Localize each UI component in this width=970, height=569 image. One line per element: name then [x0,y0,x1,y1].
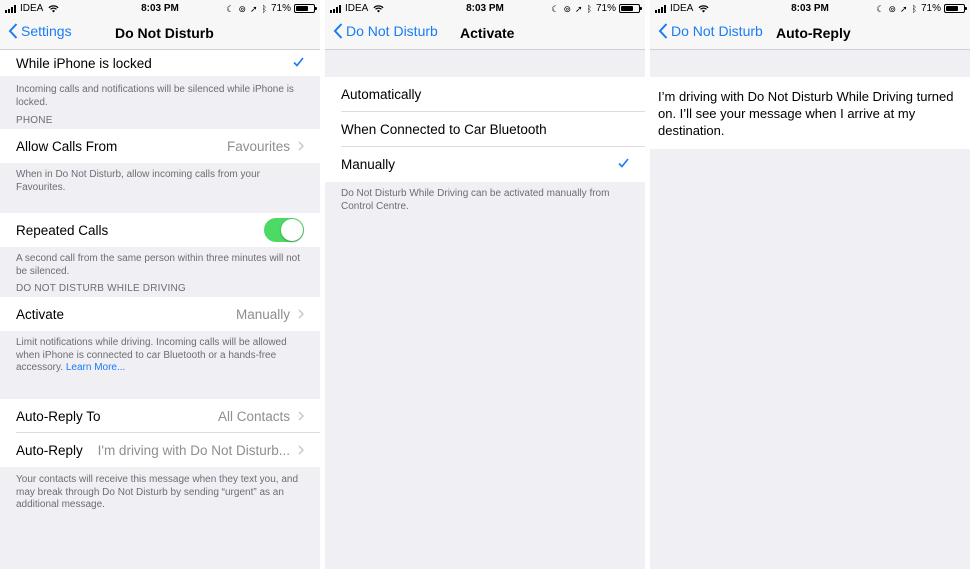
allow-calls-value: Favourites [226,138,290,154]
activate-footnote: Do Not Disturb While Driving can be acti… [341,188,610,212]
locked-footnote: Incoming calls and notifications will be… [16,84,294,108]
repeated-calls-label: Repeated Calls [16,222,109,238]
nav-bar: Do Not Disturb Auto-Reply [650,16,970,50]
allow-calls-label: Allow Calls From [16,138,118,154]
auto-reply-label: Auto-Reply [16,442,83,458]
chevron-right-icon [298,141,304,151]
location-icon: ➚ [575,3,583,14]
activate-screen: IDEA 8:03 PM ☾ ⊚ ➚ ᛒ 71% Do Not Disturb … [325,0,645,569]
chevron-left-icon [333,23,343,39]
activate-footnote: Limit notifications while driving. Incom… [0,331,320,399]
battery-fill [621,6,634,11]
option-label: When Connected to Car Bluetooth [341,122,547,137]
do-not-disturb-screen: IDEA 8:03 PM ☾ ⊚ ➚ ᛒ 71% Settings Do Not… [0,0,320,569]
activate-value: Manually [235,306,290,322]
location-icon: ➚ [900,3,908,14]
chevron-left-icon [8,23,18,39]
rotation-lock-icon: ⊚ [563,3,572,14]
battery-percent: 71% [595,3,616,14]
auto-reply-message-field[interactable]: I’m driving with Do Not Disturb While Dr… [650,77,970,149]
option-label: Automatically [341,87,422,102]
page-title: Auto-Reply [776,25,851,41]
option-manually[interactable]: Manually [325,147,645,182]
auto-reply-screen: IDEA 8:03 PM ☾ ⊚ ➚ ᛒ 71% Do Not Disturb … [650,0,970,569]
chevron-right-icon [298,411,304,421]
option-car-bluetooth[interactable]: When Connected to Car Bluetooth [325,112,645,147]
back-button[interactable]: Do Not Disturb [658,23,763,39]
status-bar: IDEA 8:03 PM ☾ ⊚ ➚ ᛒ 71% [325,0,645,16]
auto-reply-to-value: All Contacts [217,408,290,424]
bluetooth-icon: ᛒ [911,3,917,14]
locked-option-row[interactable]: While iPhone is locked [0,50,320,76]
back-button[interactable]: Do Not Disturb [333,23,438,39]
auto-reply-value: I'm driving with Do Not Disturb... [97,442,290,458]
phone-section-header: PHONE [16,115,53,126]
back-label: Do Not Disturb [671,23,763,39]
allow-calls-footnote: When in Do Not Disturb, allow incoming c… [16,169,260,193]
repeated-calls-footnote: A second call from the same person withi… [16,253,301,277]
option-label: Manually [341,157,396,172]
repeated-calls-row: Repeated Calls [0,213,320,247]
chevron-right-icon [298,445,304,455]
bluetooth-icon: ᛒ [261,3,267,14]
battery-icon [944,4,967,13]
repeated-calls-toggle[interactable] [264,218,304,242]
nav-bar: Do Not Disturb Activate [325,16,645,50]
battery-icon [619,4,642,13]
nav-bar: Settings Do Not Disturb [0,16,320,50]
status-bar: IDEA 8:03 PM ☾ ⊚ ➚ ᛒ 71% [0,0,320,16]
allow-calls-row[interactable]: Allow Calls From Favourites [0,129,320,163]
bluetooth-icon: ᛒ [586,3,592,14]
rotation-lock-icon: ⊚ [888,3,897,14]
battery-percent: 71% [920,3,941,14]
option-automatically[interactable]: Automatically [325,77,645,112]
location-icon: ➚ [250,3,258,14]
moon-icon: ☾ [876,3,885,14]
checkmark-icon [293,57,304,67]
back-label: Do Not Disturb [346,23,438,39]
activate-footnote-text: Limit notifications while driving. Incom… [16,337,287,373]
chevron-right-icon [298,309,304,319]
auto-reply-footnote: Your contacts will receive this message … [16,474,299,510]
checkmark-icon [618,158,629,168]
rotation-lock-icon: ⊚ [238,3,247,14]
back-label: Settings [21,23,72,39]
page-title: Activate [460,25,515,41]
learn-more-link[interactable]: Learn More... [66,362,125,373]
activate-label: Activate [16,306,65,322]
back-button[interactable]: Settings [8,23,72,39]
auto-reply-to-row[interactable]: Auto-Reply To All Contacts [0,399,320,433]
chevron-left-icon [658,23,668,39]
moon-icon: ☾ [226,3,235,14]
auto-reply-to-label: Auto-Reply To [16,408,101,424]
driving-section-header: DO NOT DISTURB WHILE DRIVING [16,283,186,294]
battery-fill [946,6,959,11]
locked-option-label: While iPhone is locked [16,55,152,71]
page-title: Do Not Disturb [115,25,214,41]
status-bar: IDEA 8:03 PM ☾ ⊚ ➚ ᛒ 71% [650,0,970,16]
battery-fill [296,6,309,11]
battery-icon [294,4,317,13]
moon-icon: ☾ [551,3,560,14]
activate-row[interactable]: Activate Manually [0,297,320,331]
battery-percent: 71% [270,3,291,14]
toggle-knob [281,219,303,241]
auto-reply-row[interactable]: Auto-Reply I'm driving with Do Not Distu… [0,433,320,467]
